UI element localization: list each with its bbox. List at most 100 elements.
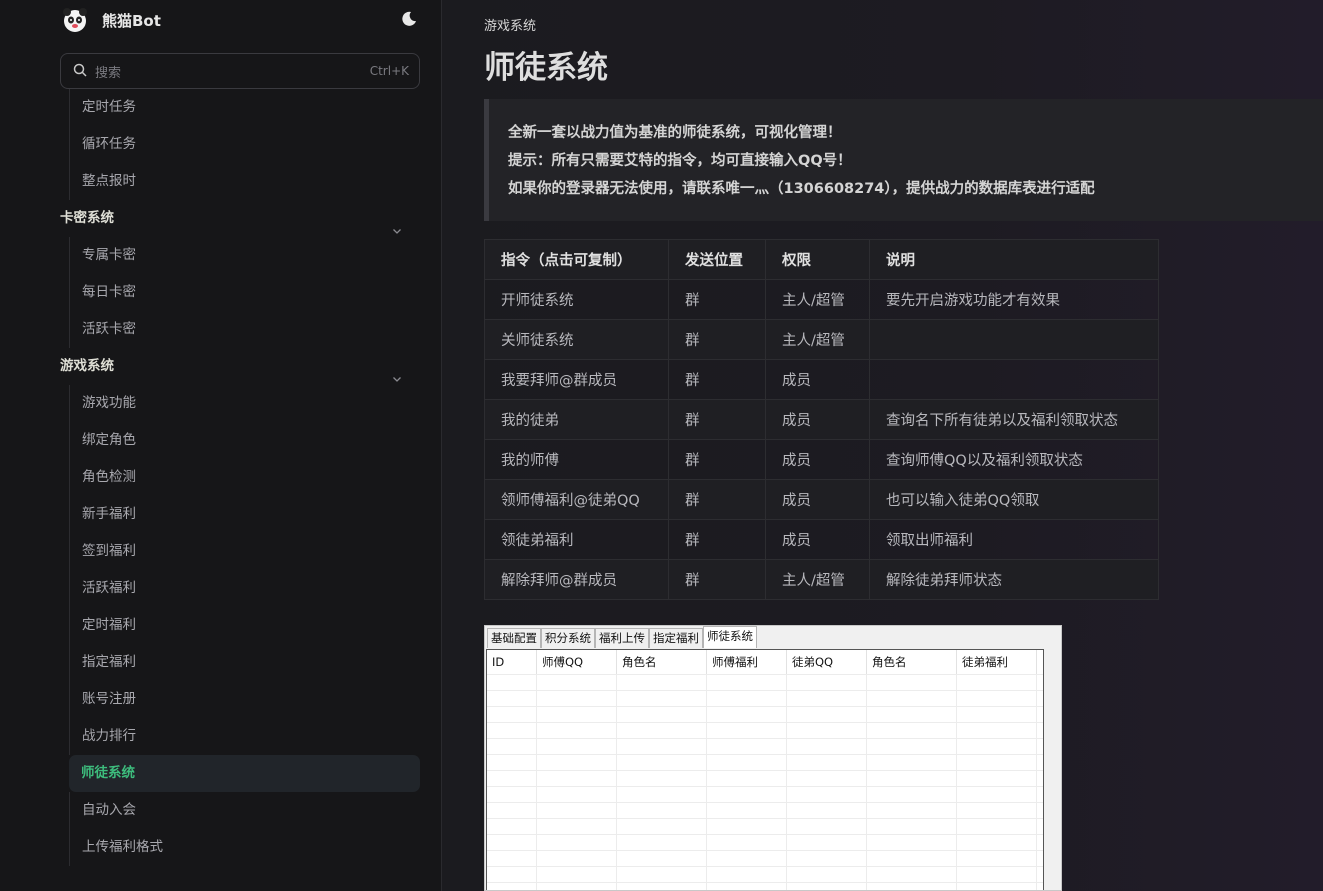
sidebar-item[interactable]: 循环任务	[69, 126, 420, 163]
sidebar-item[interactable]: 上传福利格式	[69, 829, 420, 866]
table-cell: 群	[668, 479, 766, 520]
tip-line: 全新一套以战力值为基准的师徒系统，可视化管理！	[508, 125, 842, 141]
search-icon	[73, 62, 87, 81]
grid-cell	[787, 819, 867, 835]
table-cell: 成员	[765, 479, 870, 520]
grid-cell	[867, 787, 957, 803]
grid-cell	[537, 867, 617, 883]
sidebar-item[interactable]: 游戏功能	[69, 385, 420, 422]
sidebar: 熊猫Bot 搜索 Ctrl+K 定时任务 循环任务 整点报时 卡密系统 专属卡密…	[0, 0, 442, 891]
sidebar-item[interactable]: 签到福利	[69, 533, 420, 570]
grid-cell	[537, 691, 617, 707]
table-cell: 成员	[765, 519, 870, 560]
grid-row	[487, 882, 1043, 890]
sidebar-item[interactable]: 绑定角色	[69, 422, 420, 459]
search-input[interactable]: 搜索	[95, 62, 370, 81]
chevron-down-icon[interactable]	[392, 362, 402, 382]
grid-cell	[707, 691, 787, 707]
screenshot-tab: 指定福利	[649, 628, 703, 648]
moon-icon[interactable]	[400, 10, 418, 28]
screenshot-tab-selected: 师徒系统	[703, 626, 757, 648]
grid-cell	[787, 723, 867, 739]
command-cell[interactable]: 我要拜师@群成员	[484, 359, 669, 400]
grid-cell	[957, 739, 1037, 755]
grid-row	[487, 690, 1043, 707]
sidebar-item[interactable]: 专属卡密	[69, 237, 420, 274]
grid-cell	[707, 867, 787, 883]
grid-cell	[617, 707, 707, 723]
grid-cell	[957, 691, 1037, 707]
grid-cell	[957, 819, 1037, 835]
grid-cell	[867, 675, 957, 691]
grid-cell	[617, 675, 707, 691]
grid-cell	[487, 771, 537, 787]
grid-cell	[617, 883, 707, 890]
sidebar-item-active[interactable]: 师徒系统	[69, 755, 420, 792]
sidebar-item[interactable]: 指定福利	[69, 644, 420, 681]
screenshot-tab: 积分系统	[541, 628, 595, 648]
grid-cell	[787, 707, 867, 723]
sidebar-item[interactable]: 定时福利	[69, 607, 420, 644]
command-cell[interactable]: 领徒弟福利	[484, 519, 669, 560]
grid-cell	[487, 819, 537, 835]
command-cell[interactable]: 解除拜师@群成员	[484, 559, 669, 600]
grid-cell	[787, 851, 867, 867]
grid-cell	[787, 867, 867, 883]
sidebar-group-game[interactable]: 游戏系统	[60, 348, 420, 385]
table-cell: 要先开启游戏功能才有效果	[869, 279, 1159, 320]
grid-row	[487, 770, 1043, 787]
sidebar-item[interactable]: 定时任务	[69, 89, 420, 126]
tip-line: 提示：所有只需要艾特的指令，均可直接输入QQ号！	[508, 153, 852, 169]
grid-cell	[787, 755, 867, 771]
grid-cell	[707, 723, 787, 739]
grid-row	[487, 722, 1043, 739]
search-box[interactable]: 搜索 Ctrl+K	[60, 53, 420, 89]
sidebar-item[interactable]: 活跃卡密	[69, 311, 420, 348]
grid-cell	[957, 803, 1037, 819]
command-cell[interactable]: 我的徒弟	[484, 399, 669, 440]
grid-cell	[867, 803, 957, 819]
sidebar-item[interactable]: 战力排行	[69, 718, 420, 755]
grid-column-header: 师傅福利	[707, 650, 787, 674]
command-cell[interactable]: 关师徒系统	[484, 319, 669, 360]
grid-row	[487, 706, 1043, 723]
grid-cell	[537, 883, 617, 890]
table-cell: 群	[668, 559, 766, 600]
grid-cell	[487, 675, 537, 691]
breadcrumb: 游戏系统	[484, 19, 537, 34]
grid-cell	[617, 819, 707, 835]
grid-cell	[537, 707, 617, 723]
grid-row	[487, 866, 1043, 883]
sidebar-group-card[interactable]: 卡密系统	[60, 200, 420, 237]
sidebar-item[interactable]: 账号注册	[69, 681, 420, 718]
sidebar-item[interactable]: 整点报时	[69, 163, 420, 200]
grid-cell	[787, 787, 867, 803]
tip-line: 如果你的登录器无法使用，请联系唯一灬（1306608274），提供战力的数据库表…	[508, 181, 1095, 197]
table-cell: 群	[668, 319, 766, 360]
sidebar-item[interactable]: 自动入会	[69, 792, 420, 829]
sidebar-item[interactable]: 每日卡密	[69, 274, 420, 311]
grid-cell	[617, 835, 707, 851]
sidebar-item[interactable]: 角色检测	[69, 459, 420, 496]
grid-cell	[537, 819, 617, 835]
column-header: 发送位置	[668, 239, 766, 280]
grid-row	[487, 818, 1043, 835]
chevron-down-icon[interactable]	[392, 214, 402, 234]
grid-cell	[537, 787, 617, 803]
table-row: 我的师傅 群 成员 查询师傅QQ以及福利领取状态	[484, 439, 1159, 480]
grid-cell	[487, 851, 537, 867]
sidebar-item[interactable]: 活跃福利	[69, 570, 420, 607]
command-table: 指令（点击可复制） 发送位置 权限 说明 开师徒系统 群 主人/超管 要先开启游…	[484, 239, 1159, 600]
grid-cell	[707, 819, 787, 835]
grid-cell	[537, 803, 617, 819]
sidebar-item[interactable]: 新手福利	[69, 496, 420, 533]
command-cell[interactable]: 领师傅福利@徒弟QQ	[484, 479, 669, 520]
grid-cell	[787, 883, 867, 890]
command-cell[interactable]: 开师徒系统	[484, 279, 669, 320]
command-cell[interactable]: 我的师傅	[484, 439, 669, 480]
grid-cell	[537, 675, 617, 691]
brand[interactable]: 熊猫Bot	[62, 4, 161, 36]
table-cell	[869, 319, 1159, 360]
grid-cell	[487, 755, 537, 771]
grid-cell	[957, 787, 1037, 803]
